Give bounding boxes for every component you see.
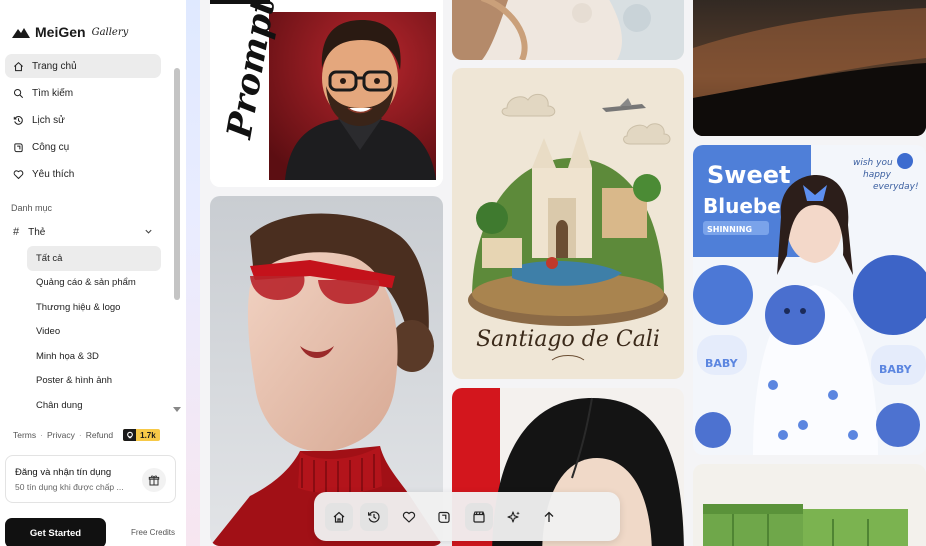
tools-icon xyxy=(438,511,450,523)
tag-item-ads-products[interactable]: Quảng cáo & sản phẩm xyxy=(27,271,161,296)
arrow-up-icon xyxy=(544,511,554,522)
nav-item-home[interactable]: Trang chủ xyxy=(5,54,161,78)
prompt-portrait-image: Prompt xyxy=(210,0,443,187)
gallery-card-watercolor-green[interactable] xyxy=(693,464,926,546)
toolbar-generate-button[interactable] xyxy=(500,503,528,531)
gift-button[interactable] xyxy=(142,468,166,492)
tag-list: Tất cả Quảng cáo & sản phẩm Thương hiệu … xyxy=(27,246,161,418)
tag-item-video[interactable]: Video xyxy=(27,320,161,345)
santiago-caption: Santiago de Cali xyxy=(476,327,660,352)
brand-name: MeiGen xyxy=(35,24,86,40)
nav-item-history[interactable]: Lịch sử xyxy=(5,108,161,132)
home-icon xyxy=(333,511,345,523)
refund-link[interactable]: Refund xyxy=(86,430,113,440)
scrollbar-thumb[interactable] xyxy=(174,68,180,300)
sidebar-scrollbar[interactable] xyxy=(173,62,181,412)
privacy-link[interactable]: Privacy xyxy=(47,430,75,440)
nav-item-favorites[interactable]: Yêu thích xyxy=(5,162,161,186)
hash-icon: # xyxy=(13,226,20,238)
santiago-de-cali-image: Santiago de Cali xyxy=(452,68,684,379)
toolbar-tools-button[interactable] xyxy=(430,503,458,531)
chevron-down-icon xyxy=(145,229,152,234)
terms-link[interactable]: Terms xyxy=(13,430,36,440)
dress-detail-image xyxy=(452,0,684,60)
free-credits-link[interactable]: Free Credits xyxy=(131,528,175,537)
decorative-gradient-strip xyxy=(186,0,200,546)
tag-item-brand-logo[interactable]: Thương hiệu & logo xyxy=(27,295,161,320)
tag-item-portrait[interactable]: Chân dung xyxy=(27,393,161,418)
baby-label-left: BABY xyxy=(705,357,739,370)
tag-item-illustration-3d[interactable]: Minh họa & 3D xyxy=(27,344,161,369)
main-nav: Trang chủ Tìm kiếm Lịch sử Công cụ Yêu t… xyxy=(5,54,161,189)
earn-credits-card[interactable]: Đăng và nhận tín dụng 50 tín dụng khi đư… xyxy=(5,455,176,503)
brand-logo[interactable]: MeiGen Gallery xyxy=(12,24,128,40)
get-started-button[interactable]: Get Started xyxy=(5,518,106,546)
home-icon xyxy=(14,61,23,71)
heart-icon xyxy=(13,169,24,179)
separator-dot: · xyxy=(78,430,82,440)
tags-toggle[interactable]: # Thẻ xyxy=(5,222,161,242)
brand-sub: Gallery xyxy=(91,26,129,38)
blueberry-title-1: Sweet xyxy=(707,161,790,189)
scroll-down-arrow-icon[interactable] xyxy=(173,407,181,412)
category-section-label: Danh mục xyxy=(11,203,53,213)
mountain-logo-icon xyxy=(12,27,30,38)
github-stars-count: 1.7k xyxy=(140,430,156,440)
blueberry-ribbon: SHINNING xyxy=(707,225,752,234)
footer-links: Terms · Privacy · Refund 1.7k xyxy=(13,429,160,441)
history-icon xyxy=(13,115,23,125)
nav-item-label: Lịch sử xyxy=(32,114,65,126)
nav-item-search[interactable]: Tìm kiếm xyxy=(5,81,161,105)
floating-toolbar xyxy=(314,492,620,541)
nav-item-label: Tìm kiếm xyxy=(32,87,74,99)
history-icon xyxy=(368,510,380,522)
dusk-landscape-image xyxy=(693,0,926,136)
tools-icon xyxy=(14,142,23,152)
tag-item-poster[interactable]: Poster & hình ảnh xyxy=(27,369,161,394)
toolbar-favorites-button[interactable] xyxy=(395,503,423,531)
tag-item-all[interactable]: Tất cả xyxy=(27,246,161,271)
baby-label-right: BABY xyxy=(879,363,913,376)
gallery-card-prompt-portrait[interactable]: Prompt xyxy=(210,0,443,187)
toolbar-home-button[interactable] xyxy=(325,502,353,531)
gallery-card-dusk-landscape[interactable] xyxy=(693,0,926,136)
nav-item-label: Trang chủ xyxy=(32,60,77,72)
blueberry-note-3: everyday! xyxy=(873,182,919,192)
credits-title: Đăng và nhận tín dụng xyxy=(15,467,112,478)
credits-subtitle: 50 tín dụng khi được chấp ... xyxy=(15,482,124,492)
toolbar-scroll-top-button[interactable] xyxy=(535,503,563,531)
sidebar: MeiGen Gallery Trang chủ Tìm kiếm Lịch s… xyxy=(0,0,186,546)
search-icon xyxy=(13,88,24,98)
github-icon xyxy=(123,429,137,441)
blueberry-note-1: wish you xyxy=(853,158,893,168)
github-stars-badge[interactable]: 1.7k xyxy=(123,429,160,441)
separator-dot: · xyxy=(40,430,43,440)
nav-item-label: Công cụ xyxy=(32,141,70,153)
heart-icon xyxy=(402,511,416,523)
nav-item-label: Yêu thích xyxy=(32,168,75,180)
gallery-grid: Prompt Santiago de Cali Sweet Blueberry … xyxy=(200,0,926,546)
video-icon xyxy=(473,510,485,523)
tags-label: Thẻ xyxy=(28,226,46,238)
blueberry-note-2: happy xyxy=(863,170,892,180)
sparkle-icon xyxy=(507,510,520,523)
gallery-card-santiago-de-cali[interactable]: Santiago de Cali xyxy=(452,68,684,379)
gallery-card-sweet-blueberry[interactable]: Sweet Blueberry SHINNING wish you happy … xyxy=(693,145,926,455)
watercolor-green-image xyxy=(693,464,926,546)
gift-icon xyxy=(148,475,160,486)
toolbar-video-button[interactable] xyxy=(465,502,493,531)
nav-item-tools[interactable]: Công cụ xyxy=(5,135,161,159)
toolbar-history-button[interactable] xyxy=(360,502,388,531)
gallery-card-dress-detail[interactable] xyxy=(452,0,684,60)
sweet-blueberry-image: Sweet Blueberry SHINNING wish you happy … xyxy=(693,145,926,455)
